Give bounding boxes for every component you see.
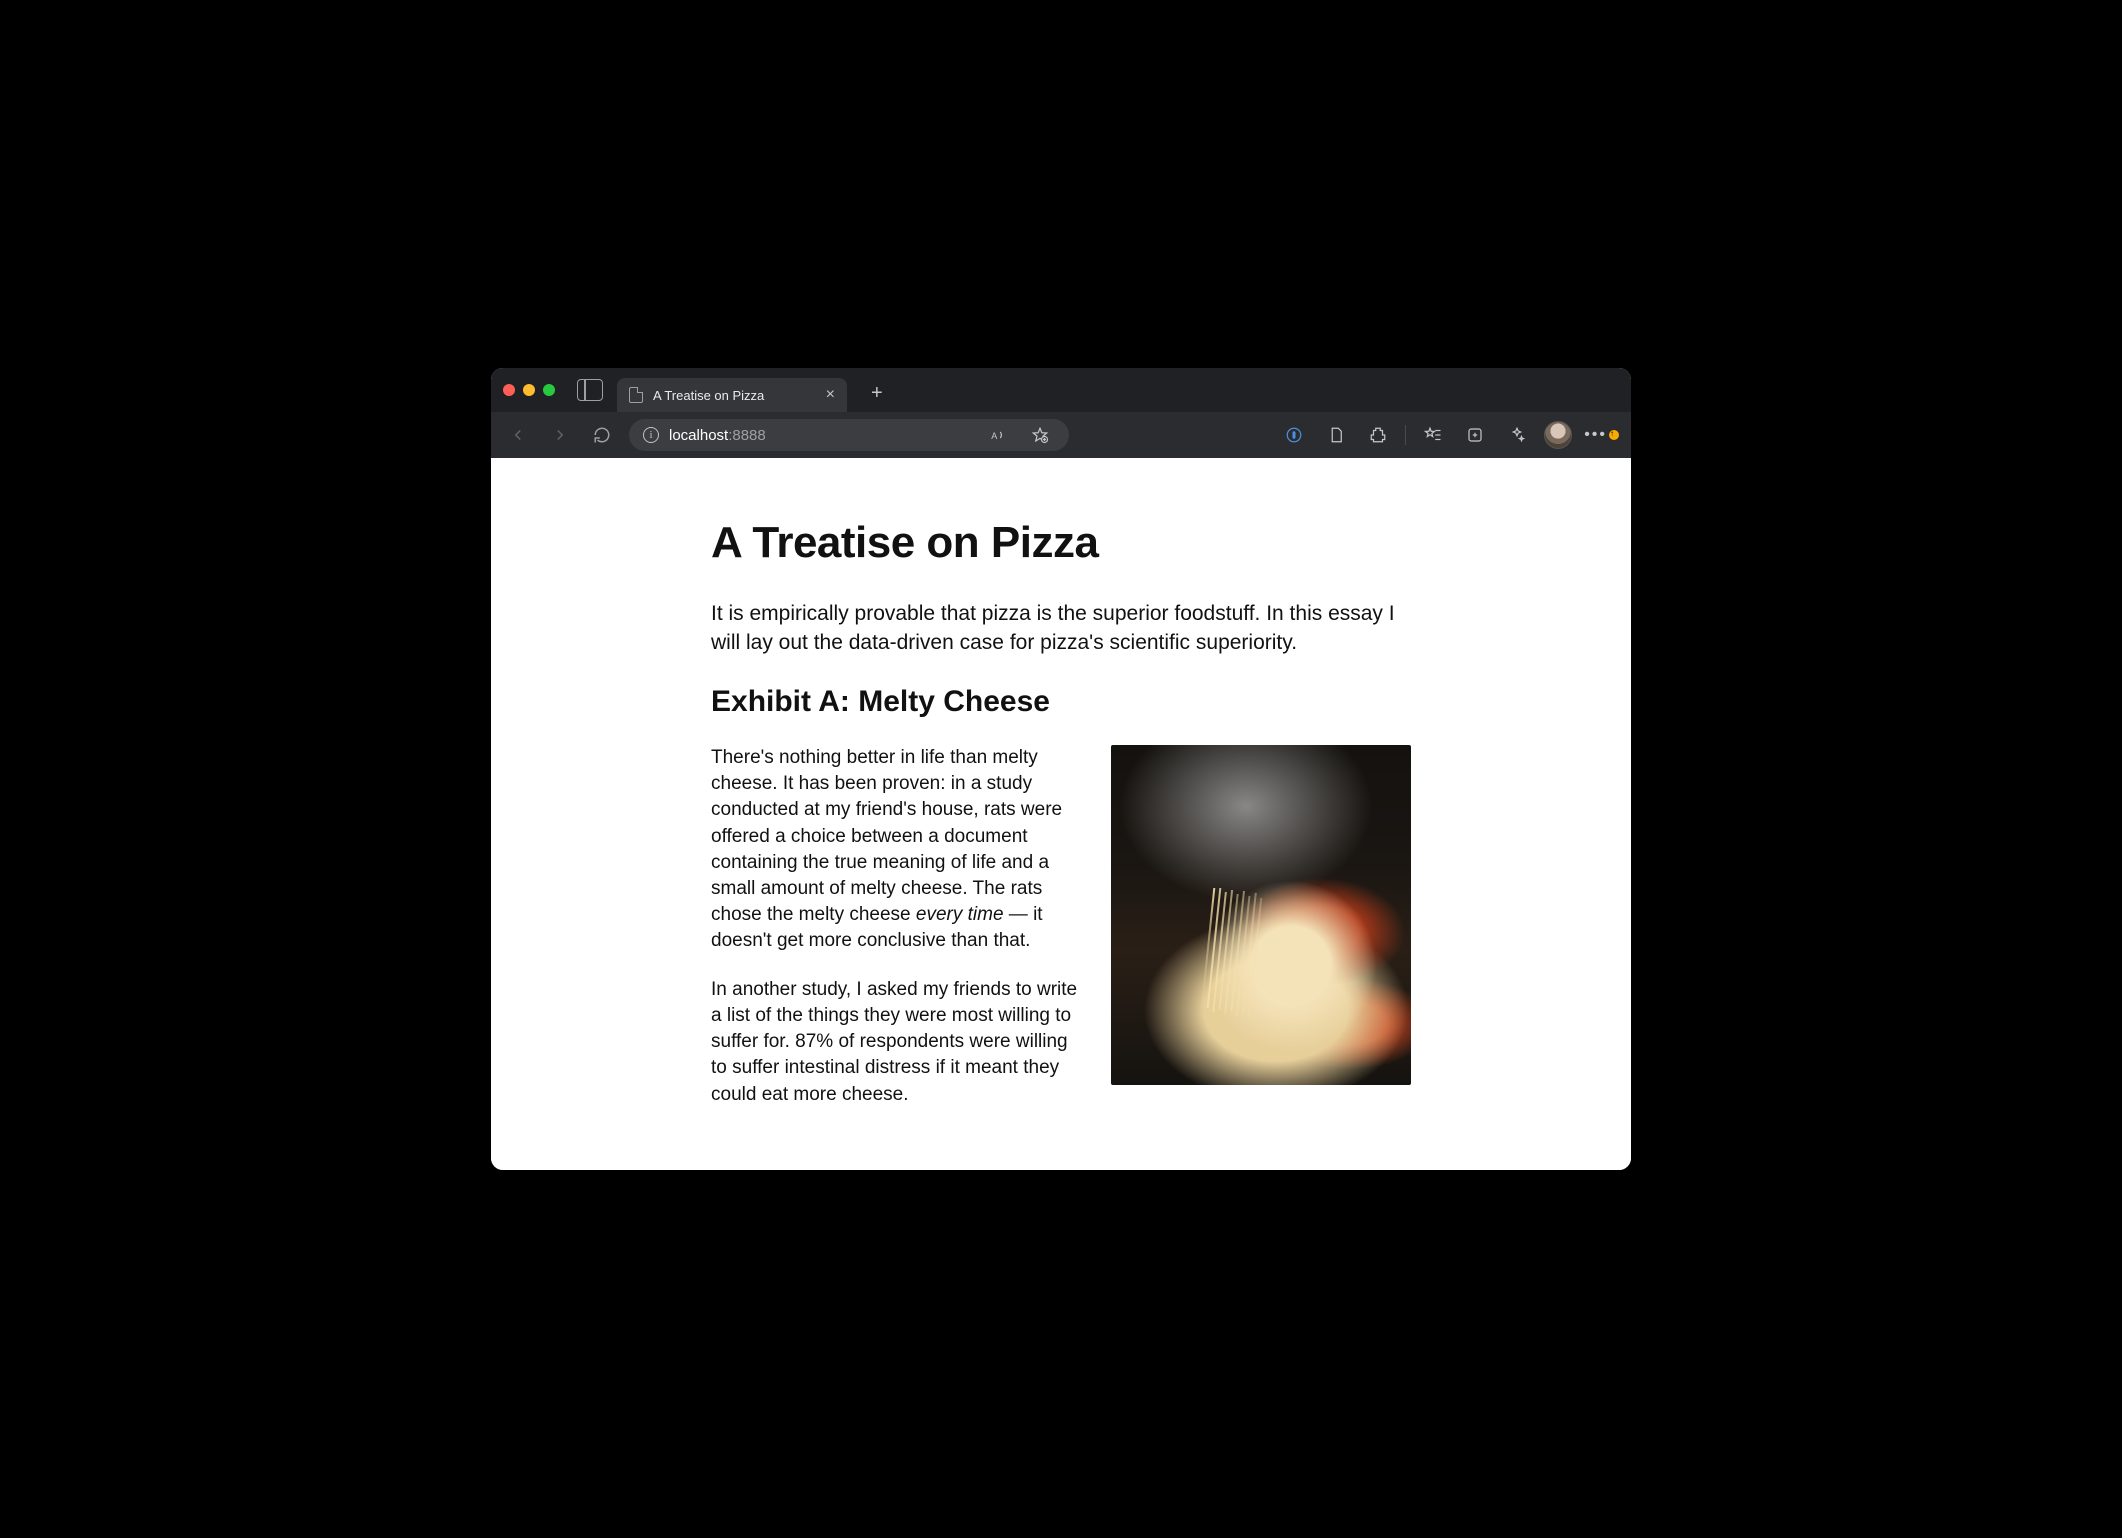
reload-button[interactable] [587, 420, 617, 450]
site-info-icon[interactable]: i [643, 427, 659, 443]
back-button[interactable] [503, 420, 533, 450]
url-port: :8888 [728, 427, 766, 444]
browser-tab[interactable]: A Treatise on Pizza × [617, 378, 847, 412]
pizza-image [1111, 745, 1411, 1085]
intro-paragraph: It is empirically provable that pizza is… [711, 600, 1411, 657]
tab-title: A Treatise on Pizza [653, 388, 764, 403]
close-tab-button[interactable]: × [826, 387, 835, 403]
profile-avatar[interactable] [1544, 421, 1572, 449]
toolbar: i localhost:8888 A [491, 412, 1631, 458]
extensions-icon[interactable] [1363, 420, 1393, 450]
update-badge-icon [1609, 430, 1619, 440]
close-window-button[interactable] [503, 384, 515, 396]
section-body: There's nothing better in life than melt… [711, 745, 1079, 1130]
favorites-list-icon[interactable] [1418, 420, 1448, 450]
overflow-menu-button[interactable]: ••• [1584, 426, 1619, 444]
page-title: A Treatise on Pizza [711, 518, 1411, 568]
paragraph-2: In another study, I asked my friends to … [711, 977, 1079, 1108]
reader-icon[interactable] [1321, 420, 1351, 450]
browser-window: A Treatise on Pizza × + i localhost:8888… [491, 368, 1631, 1170]
password-manager-icon[interactable] [1279, 420, 1309, 450]
maximize-window-button[interactable] [543, 384, 555, 396]
minimize-window-button[interactable] [523, 384, 535, 396]
page-icon [629, 387, 643, 403]
section-heading: Exhibit A: Melty Cheese [711, 685, 1411, 719]
svg-text:A: A [991, 431, 997, 441]
titlebar: A Treatise on Pizza × + [491, 368, 1631, 412]
page-viewport: A Treatise on Pizza It is empirically pr… [491, 458, 1631, 1170]
article: A Treatise on Pizza It is empirically pr… [691, 518, 1431, 1130]
window-controls [503, 384, 555, 396]
sidebar-toggle-icon[interactable] [577, 379, 603, 401]
new-tab-button[interactable]: + [861, 383, 893, 403]
collections-icon[interactable] [1460, 420, 1490, 450]
url-host: localhost [669, 427, 728, 444]
paragraph-1: There's nothing better in life than melt… [711, 745, 1079, 955]
read-aloud-icon[interactable]: A [983, 420, 1013, 450]
forward-button[interactable] [545, 420, 575, 450]
address-bar[interactable]: i localhost:8888 A [629, 419, 1069, 451]
copilot-icon[interactable] [1502, 420, 1532, 450]
toolbar-separator [1405, 425, 1406, 445]
favorite-icon[interactable] [1025, 420, 1055, 450]
